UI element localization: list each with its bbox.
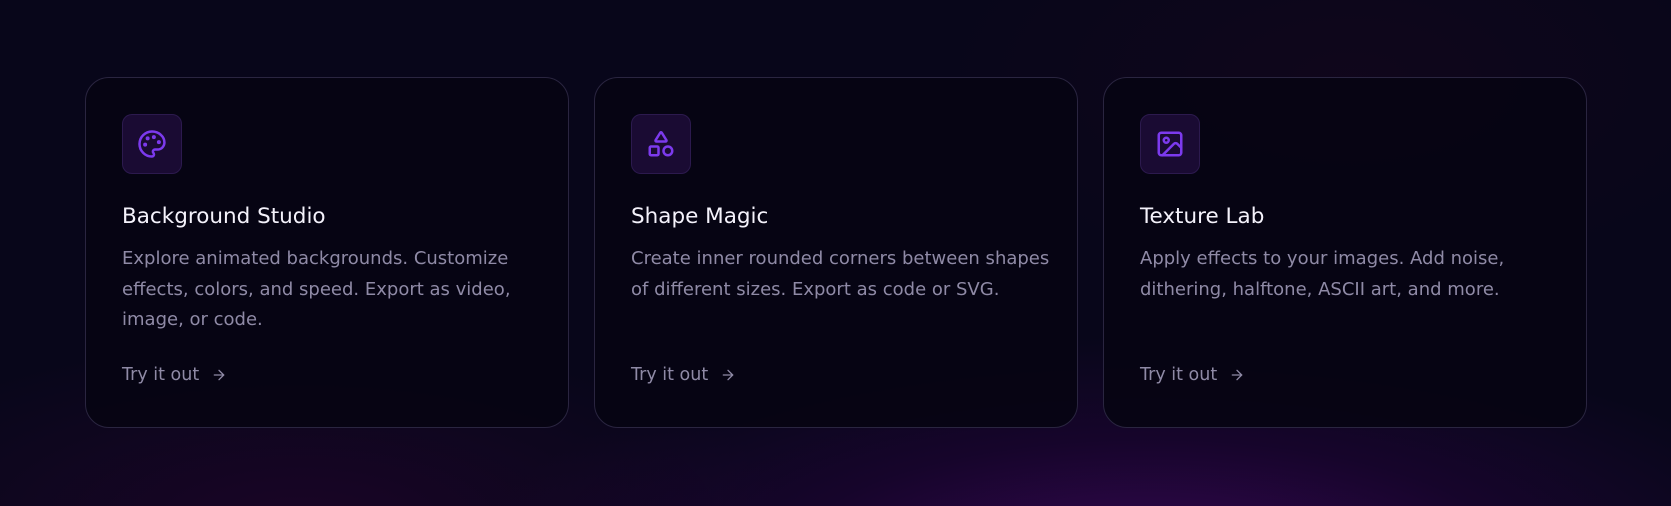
arrow-right-icon [1231, 369, 1243, 381]
card-description: Explore animated backgrounds. Customize … [122, 248, 511, 330]
arrow-right-icon [722, 369, 734, 381]
try-it-out-link[interactable]: Try it out [1140, 365, 1245, 385]
shapes-icon [648, 131, 674, 157]
arrow-right-icon [213, 369, 225, 381]
card-title: Shape Magic [631, 204, 769, 229]
card-description: Apply effects to your images. Add noise,… [1140, 248, 1505, 300]
try-it-out-label: Try it out [631, 365, 709, 385]
card-description: Create inner rounded corners between sha… [631, 248, 1050, 300]
card-icon-box [122, 114, 182, 174]
try-it-out-link[interactable]: Try it out [122, 365, 227, 385]
card-background-studio[interactable]: Background Studio Explore animated backg… [85, 77, 569, 428]
image-icon [1157, 131, 1183, 157]
card-icon-box [1140, 114, 1200, 174]
try-it-out-label: Try it out [1140, 365, 1218, 385]
palette-icon [138, 130, 166, 158]
try-it-out-label: Try it out [122, 365, 200, 385]
card-title: Texture Lab [1140, 204, 1265, 229]
feature-cards: Background Studio Explore animated backg… [85, 77, 1587, 428]
card-texture-lab[interactable]: Texture Lab Apply effects to your images… [1103, 77, 1587, 428]
card-icon-box [631, 114, 691, 174]
try-it-out-link[interactable]: Try it out [631, 365, 736, 385]
card-title: Background Studio [122, 204, 326, 229]
card-shape-magic[interactable]: Shape Magic Create inner rounded corners… [594, 77, 1078, 428]
